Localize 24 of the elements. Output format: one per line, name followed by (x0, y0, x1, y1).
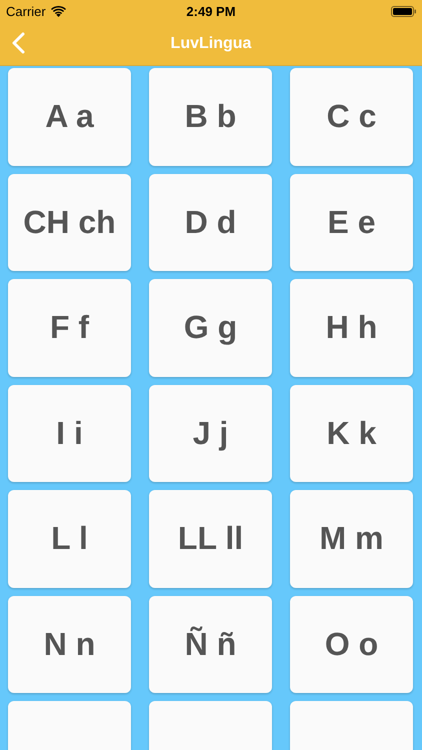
letter-card[interactable]: CH ch (8, 174, 131, 271)
letter-card[interactable]: C c (290, 68, 413, 166)
letter-card[interactable]: A a (8, 68, 131, 166)
letter-card[interactable]: J j (149, 384, 272, 482)
letter-card[interactable]: O o (290, 596, 413, 693)
letter-card[interactable]: F f (8, 279, 131, 376)
letter-card[interactable]: Ñ ñ (149, 596, 272, 693)
battery-icon (391, 6, 416, 16)
letter-card[interactable]: I i (8, 384, 131, 482)
back-button[interactable] (12, 32, 25, 54)
letter-card[interactable]: G g (149, 279, 272, 376)
letter-card[interactable]: N n (8, 596, 131, 693)
letter-card[interactable]: M m (290, 490, 413, 588)
nav-title: LuvLingua (170, 34, 252, 52)
carrier-label: Carrier (6, 4, 46, 18)
letter-card[interactable]: K k (290, 384, 413, 482)
letter-card[interactable]: D d (149, 174, 272, 271)
letter-card[interactable]: H h (290, 279, 413, 376)
status-time: 2:49 PM (186, 4, 236, 18)
letter-card[interactable]: LL ll (149, 490, 272, 588)
letter-card[interactable]: E e (290, 174, 413, 271)
wifi-icon (50, 6, 66, 16)
letter-card[interactable]: L l (8, 490, 131, 588)
letter-card[interactable]: B b (149, 68, 272, 166)
